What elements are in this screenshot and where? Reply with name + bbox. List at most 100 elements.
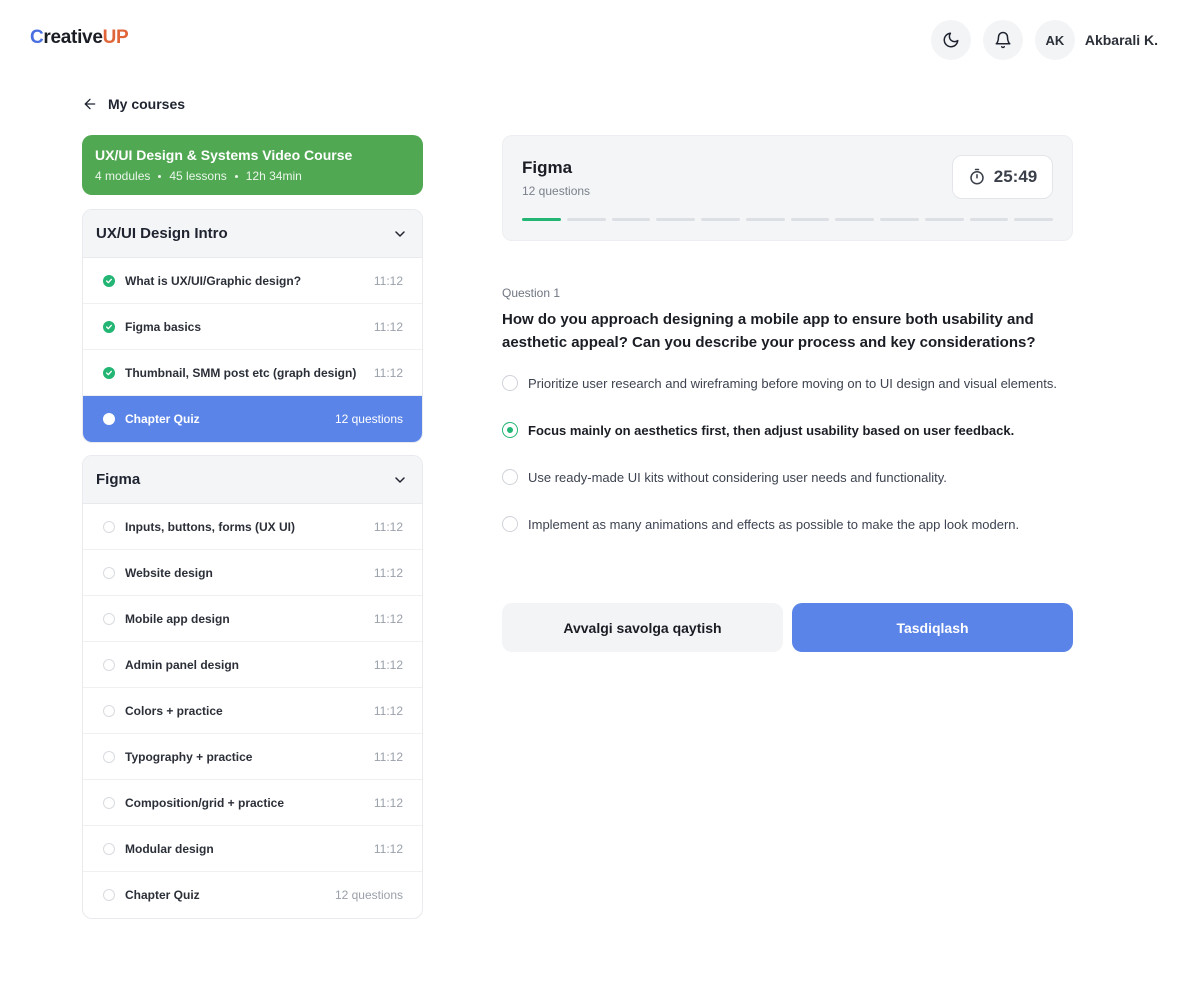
lesson-item[interactable]: Colors + practice 11:12 [83, 688, 422, 734]
answer-options: Prioritize user research and wireframing… [502, 374, 1073, 562]
answer-text: Implement as many animations and effects… [528, 517, 1020, 532]
module-title: Figma [96, 471, 141, 488]
lesson-name: Chapter Quiz [125, 888, 200, 902]
arrow-left-icon [84, 98, 96, 110]
separator-dot [158, 174, 162, 178]
user-name[interactable]: Akbarali K. [1085, 32, 1158, 48]
circle-icon [103, 796, 115, 809]
lesson-name: Mobile app design [125, 611, 230, 626]
lesson-item[interactable]: Modular design 11:12 [83, 826, 422, 872]
course-lessons-count: 45 lessons [169, 169, 227, 183]
circle-icon [103, 750, 115, 763]
lesson-item[interactable]: Website design 11:12 [83, 550, 422, 596]
radio-button[interactable] [502, 422, 518, 438]
bell-icon [995, 31, 1011, 49]
progress-segment [611, 218, 651, 221]
lesson-duration: 11:12 [373, 841, 403, 856]
module-figma: Figma Inputs, buttons, forms (UX UI) 11:… [82, 455, 423, 919]
circle-icon [103, 889, 115, 901]
circle-icon [103, 658, 115, 671]
module-ux-ui-intro: UX/UI Design Intro What is UX/UI/Graphic… [82, 209, 423, 443]
lesson-item-active-quiz[interactable]: Chapter Quiz 12 questions [83, 396, 422, 442]
confirm-button[interactable]: Tasdiqlash [792, 603, 1073, 652]
course-duration: 12h 34min [245, 169, 302, 183]
answer-text: Focus mainly on aesthetics first, then a… [528, 423, 1015, 438]
lesson-name: Figma basics [125, 319, 202, 334]
lesson-name: Colors + practice [125, 703, 223, 718]
course-meta: 4 modules 45 lessons 12h 34min [95, 169, 410, 183]
chevron-down-icon [395, 230, 405, 237]
chevron-down-icon [395, 476, 405, 483]
lesson-name: Chapter Quiz [125, 412, 200, 426]
previous-question-button[interactable]: Avvalgi savolga qaytish [502, 603, 783, 652]
lesson-duration: 11:12 [373, 519, 403, 534]
module-header[interactable]: Figma [83, 456, 422, 504]
back-to-courses-link[interactable]: My courses [82, 96, 185, 112]
answer-text: Prioritize user research and wireframing… [528, 376, 1057, 391]
question-number: Question 1 [502, 286, 561, 300]
answer-option[interactable]: Use ready-made UI kits without consideri… [502, 468, 1073, 488]
answer-option[interactable]: Focus mainly on aesthetics first, then a… [502, 421, 1073, 441]
module-header[interactable]: UX/UI Design Intro [83, 210, 422, 258]
progress-segment [745, 218, 785, 221]
progress-segment [924, 218, 964, 221]
lesson-item[interactable]: Admin panel design 11:12 [83, 642, 422, 688]
radio-button[interactable] [502, 375, 518, 391]
avatar[interactable]: AK [1034, 20, 1075, 60]
lesson-name: Composition/grid + practice [125, 795, 285, 810]
quiz-header-card: Figma 12 questions 25:49 [502, 135, 1073, 241]
lesson-duration: 11:12 [373, 657, 403, 672]
answer-option[interactable]: Prioritize user research and wireframing… [502, 374, 1073, 394]
lesson-duration: 11:12 [373, 611, 403, 626]
lesson-item[interactable]: Typography + practice 11:12 [83, 734, 422, 780]
lesson-duration: 11:12 [373, 795, 403, 810]
separator-dot [234, 174, 238, 178]
circle-icon [103, 612, 115, 625]
answer-option[interactable]: Implement as many animations and effects… [502, 515, 1073, 535]
lesson-item[interactable]: Chapter Quiz 12 questions [83, 872, 422, 918]
circle-icon [103, 842, 115, 855]
check-circle-icon [103, 320, 115, 333]
quiz-timer: 25:49 [952, 155, 1053, 199]
lesson-item[interactable]: Figma basics 11:12 [83, 304, 422, 350]
course-title: UX/UI Design & Systems Video Course [95, 147, 353, 163]
lesson-item[interactable]: Mobile app design 11:12 [83, 596, 422, 642]
brand-logo[interactable]: CreativeUP [30, 27, 129, 49]
lesson-item[interactable]: Composition/grid + practice 11:12 [83, 780, 422, 826]
radio-button[interactable] [502, 516, 518, 532]
lesson-duration: 11:12 [373, 273, 403, 288]
lesson-duration: 11:12 [373, 319, 403, 334]
lesson-item[interactable]: What is UX/UI/Graphic design? 11:12 [83, 258, 422, 304]
notifications-button[interactable] [982, 20, 1023, 60]
lesson-questions-count: 12 questions [334, 888, 403, 902]
circle-icon [103, 704, 115, 717]
theme-toggle-button[interactable] [930, 20, 971, 60]
lesson-name: Admin panel design [125, 657, 240, 672]
brand-logo-text: reative [43, 27, 103, 48]
course-summary-card: UX/UI Design & Systems Video Course 4 mo… [82, 135, 423, 195]
progress-segment [522, 218, 561, 221]
lesson-name: Thumbnail, SMM post etc (graph design) [125, 365, 357, 380]
lesson-duration: 11:12 [373, 365, 403, 380]
lesson-duration: 11:12 [373, 703, 403, 718]
lesson-item[interactable]: Thumbnail, SMM post etc (graph design) 1… [83, 350, 422, 396]
question-text: How do you approach designing a mobile a… [502, 311, 1036, 351]
progress-segment [880, 218, 919, 221]
answer-text: Use ready-made UI kits without consideri… [528, 470, 947, 485]
progress-segment [1014, 218, 1053, 221]
brand-logo-letter: C [30, 27, 44, 48]
check-circle-icon [103, 274, 115, 287]
progress-segment [790, 218, 830, 221]
circle-icon [103, 520, 115, 533]
lesson-duration: 11:12 [373, 749, 403, 764]
lesson-name: Typography + practice [125, 749, 253, 764]
radio-button[interactable] [502, 469, 518, 485]
progress-segment [701, 218, 740, 221]
lesson-duration: 11:12 [373, 565, 403, 580]
check-circle-icon [103, 366, 115, 379]
progress-segment [835, 218, 874, 221]
progress-segment [566, 218, 606, 221]
moon-icon [943, 32, 959, 48]
lesson-item[interactable]: Inputs, buttons, forms (UX UI) 11:12 [83, 504, 422, 550]
lesson-questions-count: 12 questions [334, 412, 403, 426]
